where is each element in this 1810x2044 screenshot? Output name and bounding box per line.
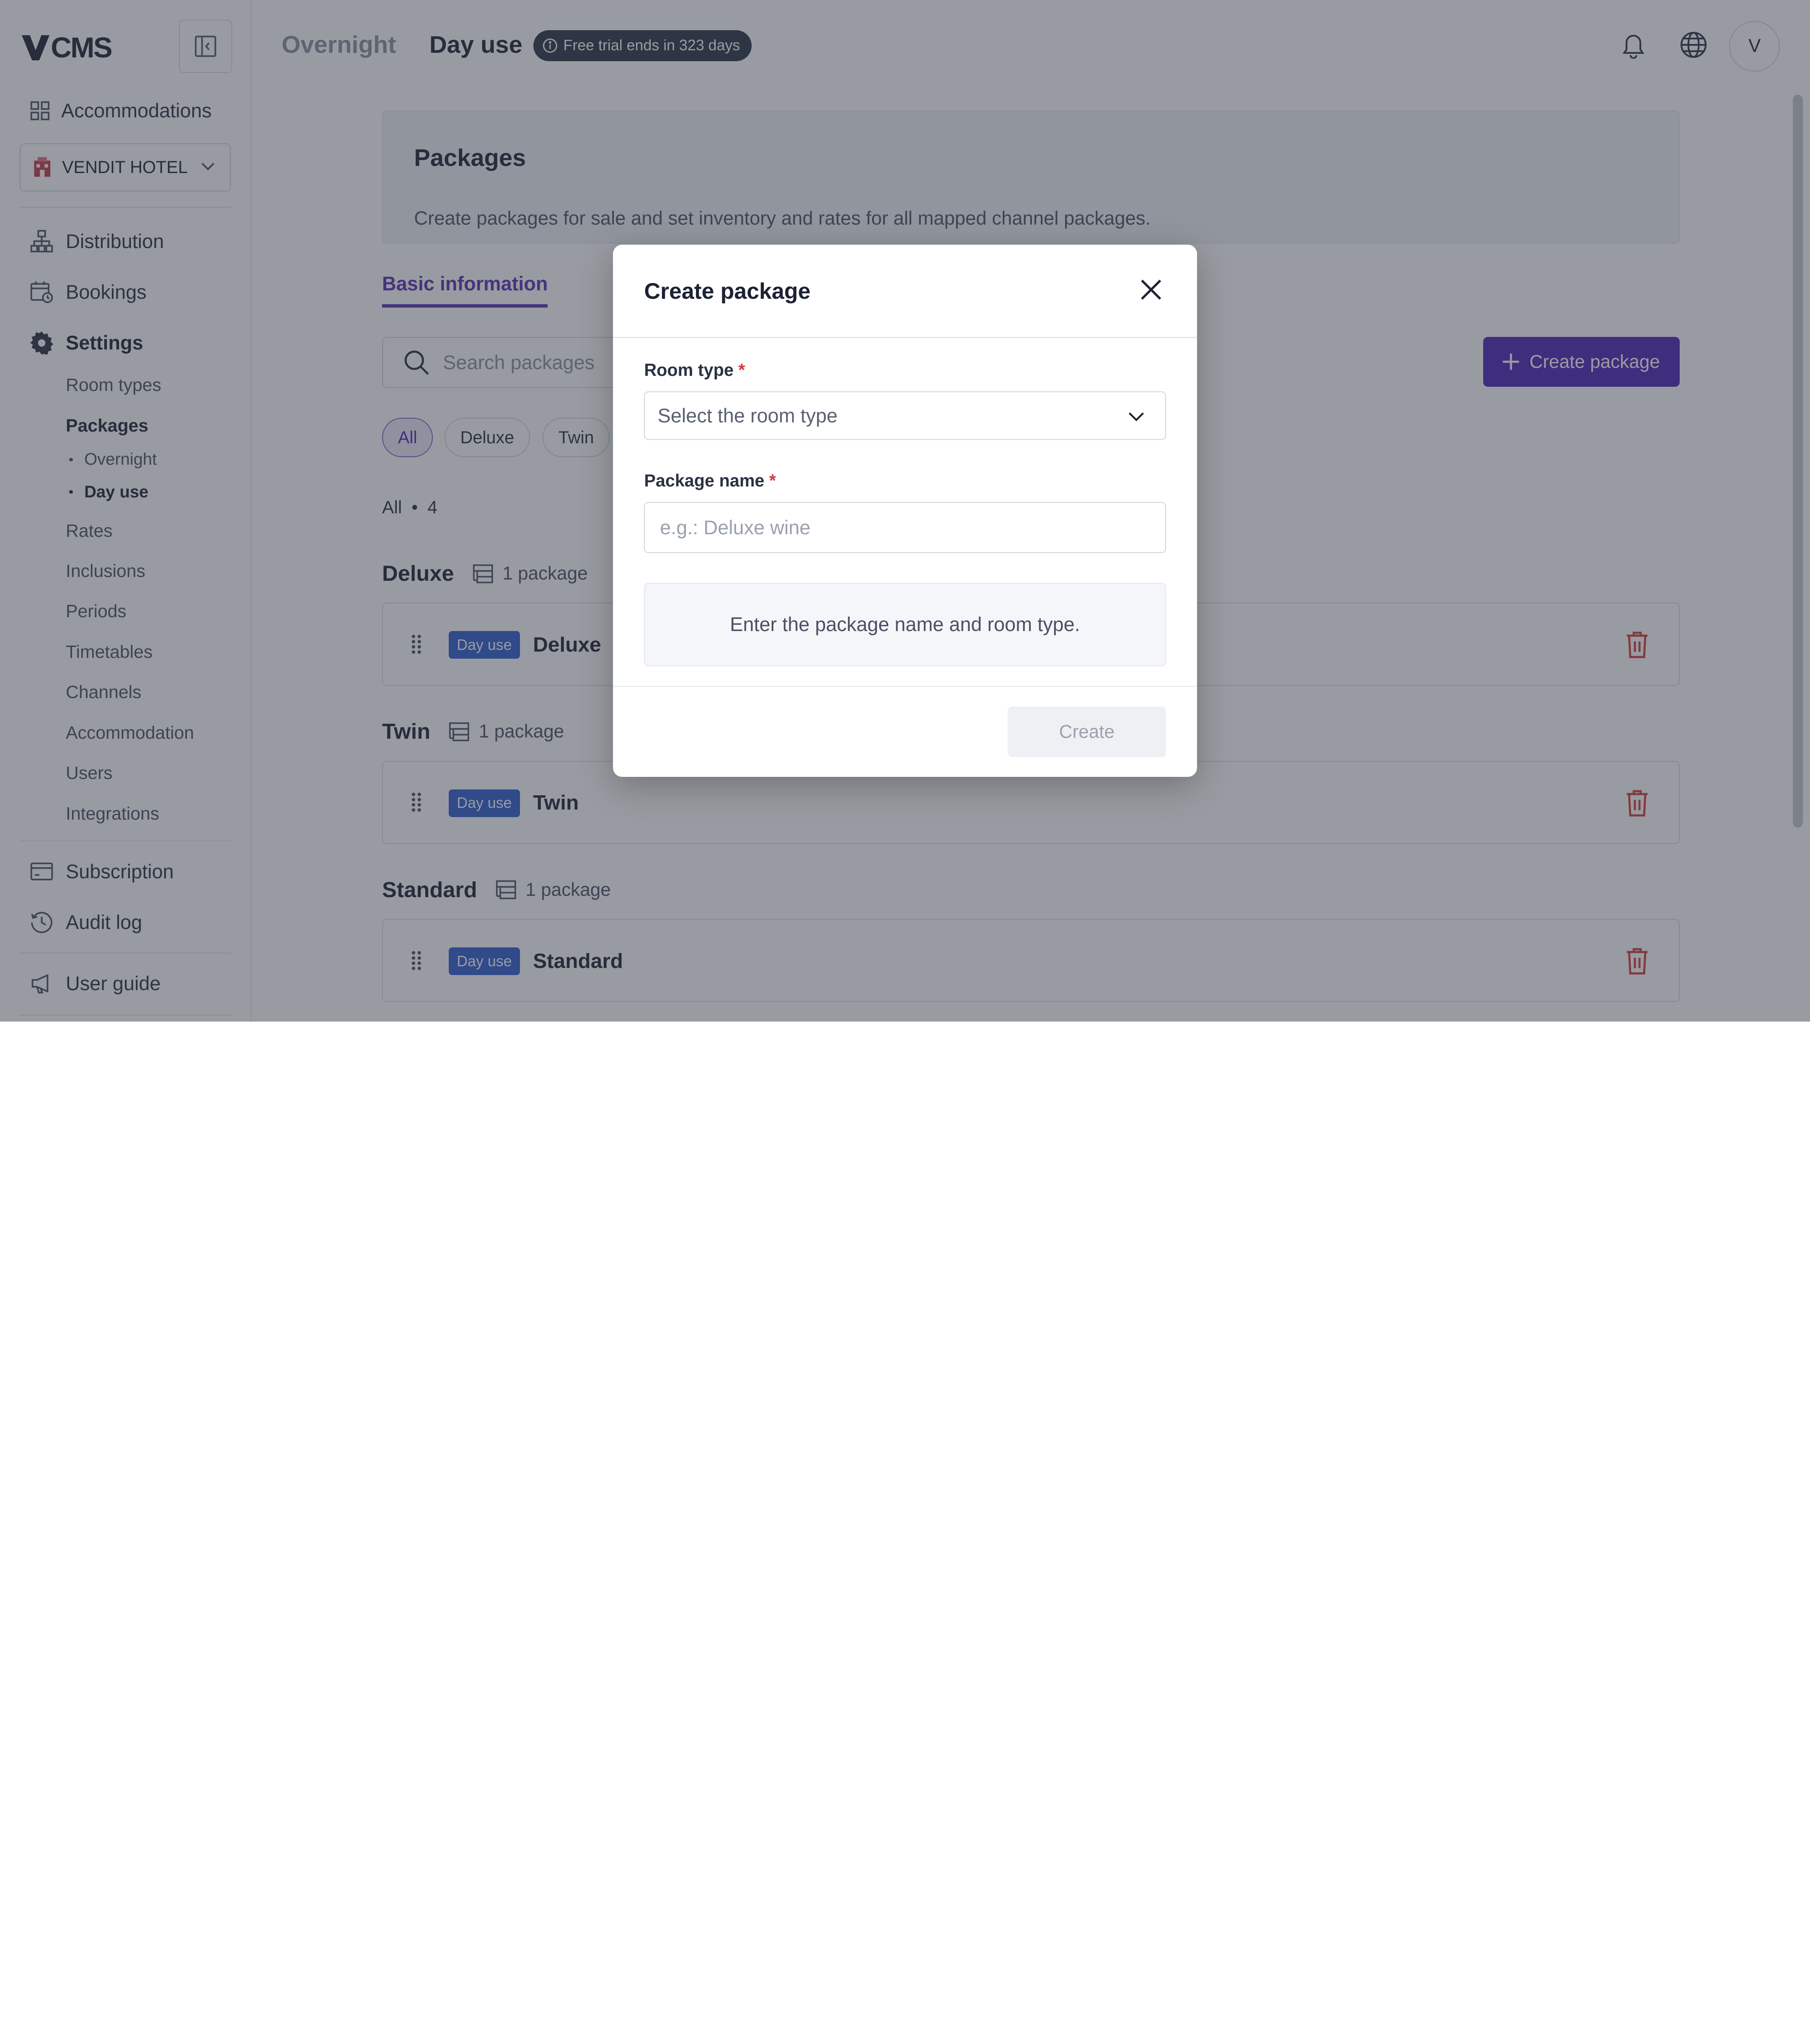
create-package-dialog: Create package Room type * Select the ro…: [613, 245, 1197, 777]
dialog-divider: [613, 686, 1197, 687]
dialog-title: Create package: [644, 278, 811, 304]
app: CMS Accommodations VENDIT HOTEL Distribu…: [0, 0, 1810, 1022]
package-name-label-text: Package name: [644, 471, 765, 491]
create-button[interactable]: Create: [1008, 706, 1166, 758]
required-mark: *: [769, 471, 776, 491]
room-type-label-text: Room type: [644, 360, 734, 380]
room-type-label: Room type *: [644, 360, 745, 380]
package-name-input[interactable]: [644, 502, 1166, 553]
room-type-placeholder: Select the room type: [657, 404, 838, 427]
room-type-select[interactable]: Select the room type: [644, 391, 1166, 440]
package-name-label: Package name *: [644, 471, 776, 491]
chevron-down-icon: [1128, 412, 1144, 422]
required-mark: *: [738, 360, 745, 380]
dialog-divider: [613, 337, 1197, 339]
close-icon[interactable]: [1138, 277, 1164, 303]
hint-box: Enter the package name and room type.: [644, 583, 1166, 666]
